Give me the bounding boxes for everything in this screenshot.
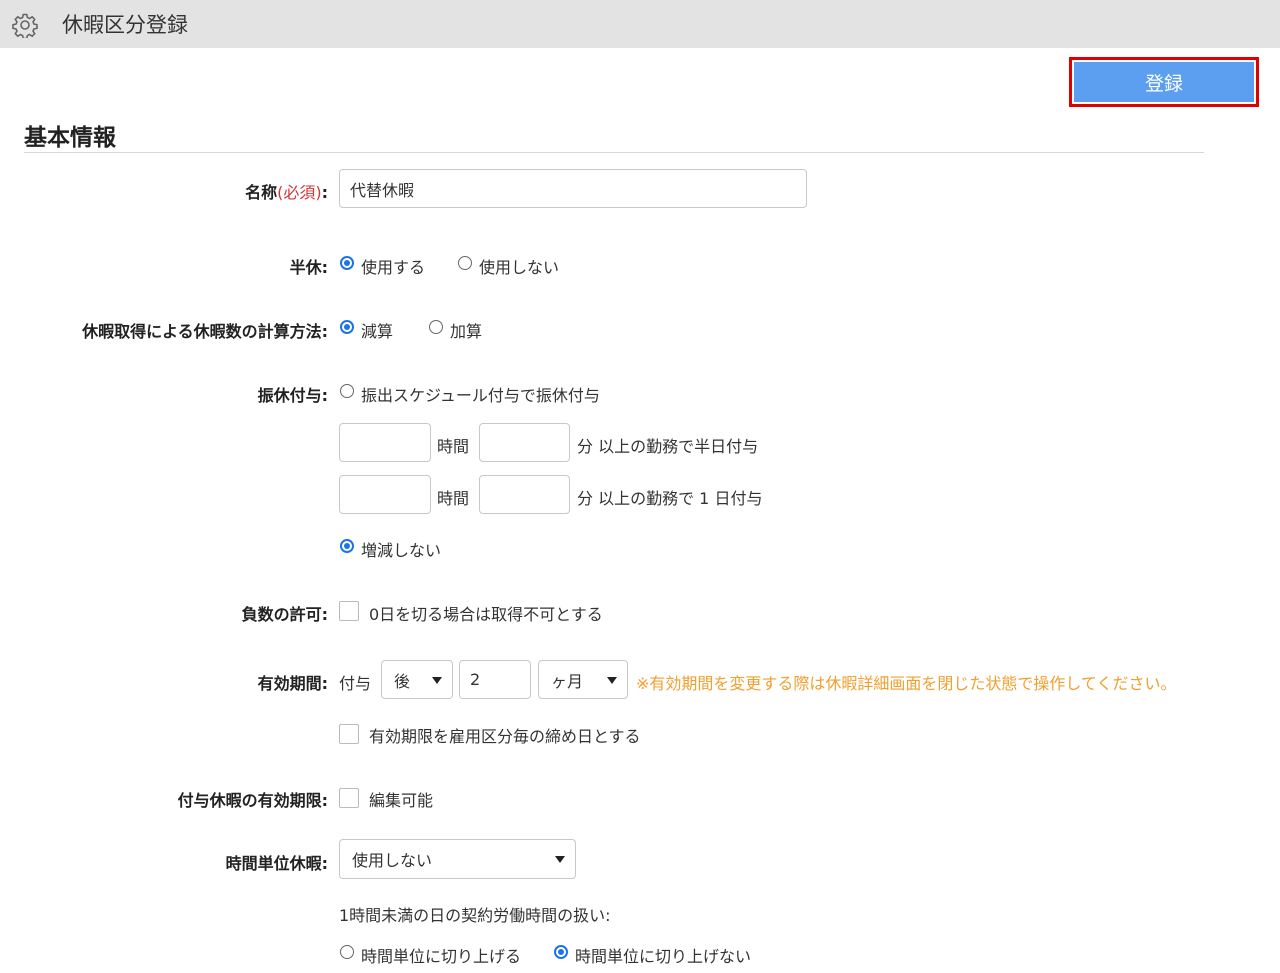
- hourly-roundup-label: 時間単位に切り上げる: [361, 947, 522, 966]
- full-day-hours-input[interactable]: [339, 475, 431, 514]
- half-day-nouse-radio[interactable]: [458, 256, 472, 270]
- calc-subtract-label: 減算: [361, 322, 394, 341]
- calc-method-label: 休暇取得による休暇数の計算方法:: [82, 322, 328, 341]
- gear-icon: [12, 13, 38, 38]
- section-title: 基本情報: [24, 125, 116, 151]
- validity-amount-input[interactable]: 2: [459, 660, 531, 699]
- validity-direction-value: 後: [394, 671, 411, 691]
- closing-date-checkbox-label: 有効期限を雇用区分毎の締め日とする: [369, 727, 641, 746]
- granted-expiry-checkbox-label: 編集可能: [369, 791, 434, 810]
- chevron-down-icon: [607, 676, 617, 684]
- chevron-down-icon: [432, 676, 442, 684]
- chevron-down-icon: [555, 856, 565, 863]
- full-day-minutes-suffix: 分 以上の勤務で 1 日付与: [577, 489, 763, 508]
- half-day-label: 半休:: [289, 258, 328, 277]
- full-day-minutes-input[interactable]: [479, 475, 570, 514]
- page-title: 休暇区分登録: [62, 13, 188, 37]
- hourly-select[interactable]: 使用しない: [339, 839, 576, 879]
- validity-label: 有効期間:: [257, 674, 328, 693]
- hourly-sub-label: 1時間未満の日の契約労働時間の扱い:: [339, 906, 611, 925]
- validity-note: ※有効期間を変更する際は休暇詳細画面を閉じた状態で操作してください。: [636, 674, 1177, 693]
- hourly-label: 時間単位休暇:: [225, 854, 328, 873]
- substitute-none-radio[interactable]: [340, 539, 354, 553]
- granted-expiry-checkbox[interactable]: [339, 788, 359, 808]
- half-day-minutes-suffix: 分 以上の勤務で半日付与: [577, 437, 759, 456]
- submit-button-highlight: 登録: [1069, 57, 1259, 107]
- negative-checkbox[interactable]: [339, 601, 359, 621]
- closing-date-checkbox[interactable]: [339, 724, 359, 744]
- half-day-use-label: 使用する: [361, 258, 426, 277]
- half-day-hours-unit: 時間: [437, 437, 470, 456]
- calc-add-label: 加算: [450, 322, 483, 341]
- calc-subtract-radio[interactable]: [340, 320, 354, 334]
- full-day-hours-unit: 時間: [437, 489, 470, 508]
- granted-expiry-label: 付与休暇の有効期限:: [177, 791, 328, 810]
- hourly-roundup-radio[interactable]: [340, 945, 354, 959]
- validity-direction-select[interactable]: 後: [381, 660, 453, 699]
- half-day-minutes-input[interactable]: [479, 423, 570, 462]
- substitute-none-label: 増減しない: [361, 541, 442, 560]
- validity-unit-value: ヶ月: [551, 671, 584, 691]
- hourly-noroundup-label: 時間単位に切り上げない: [575, 947, 752, 966]
- hourly-select-value: 使用しない: [352, 851, 433, 870]
- substitute-schedule-radio[interactable]: [340, 384, 354, 398]
- name-label: 名称(必須):: [245, 183, 328, 202]
- name-input[interactable]: 代替休暇: [339, 169, 807, 208]
- substitute-schedule-label: 振出スケジュール付与で振休付与: [361, 386, 600, 405]
- negative-checkbox-label: 0日を切る場合は取得不可とする: [369, 605, 603, 624]
- validity-unit-select[interactable]: ヶ月: [538, 660, 628, 699]
- section-divider: [24, 152, 1204, 153]
- substitute-label: 振休付与:: [257, 386, 328, 405]
- title-bar: 休暇区分登録: [0, 0, 1280, 48]
- hourly-noroundup-radio[interactable]: [554, 945, 568, 959]
- half-day-nouse-label: 使用しない: [479, 258, 560, 277]
- register-button[interactable]: 登録: [1074, 62, 1254, 102]
- calc-add-radio[interactable]: [429, 320, 443, 334]
- validity-prefix: 付与: [339, 674, 372, 693]
- required-mark: (必須): [277, 183, 322, 202]
- half-day-use-radio[interactable]: [340, 256, 354, 270]
- half-day-hours-input[interactable]: [339, 423, 431, 462]
- negative-label: 負数の許可:: [241, 605, 328, 624]
